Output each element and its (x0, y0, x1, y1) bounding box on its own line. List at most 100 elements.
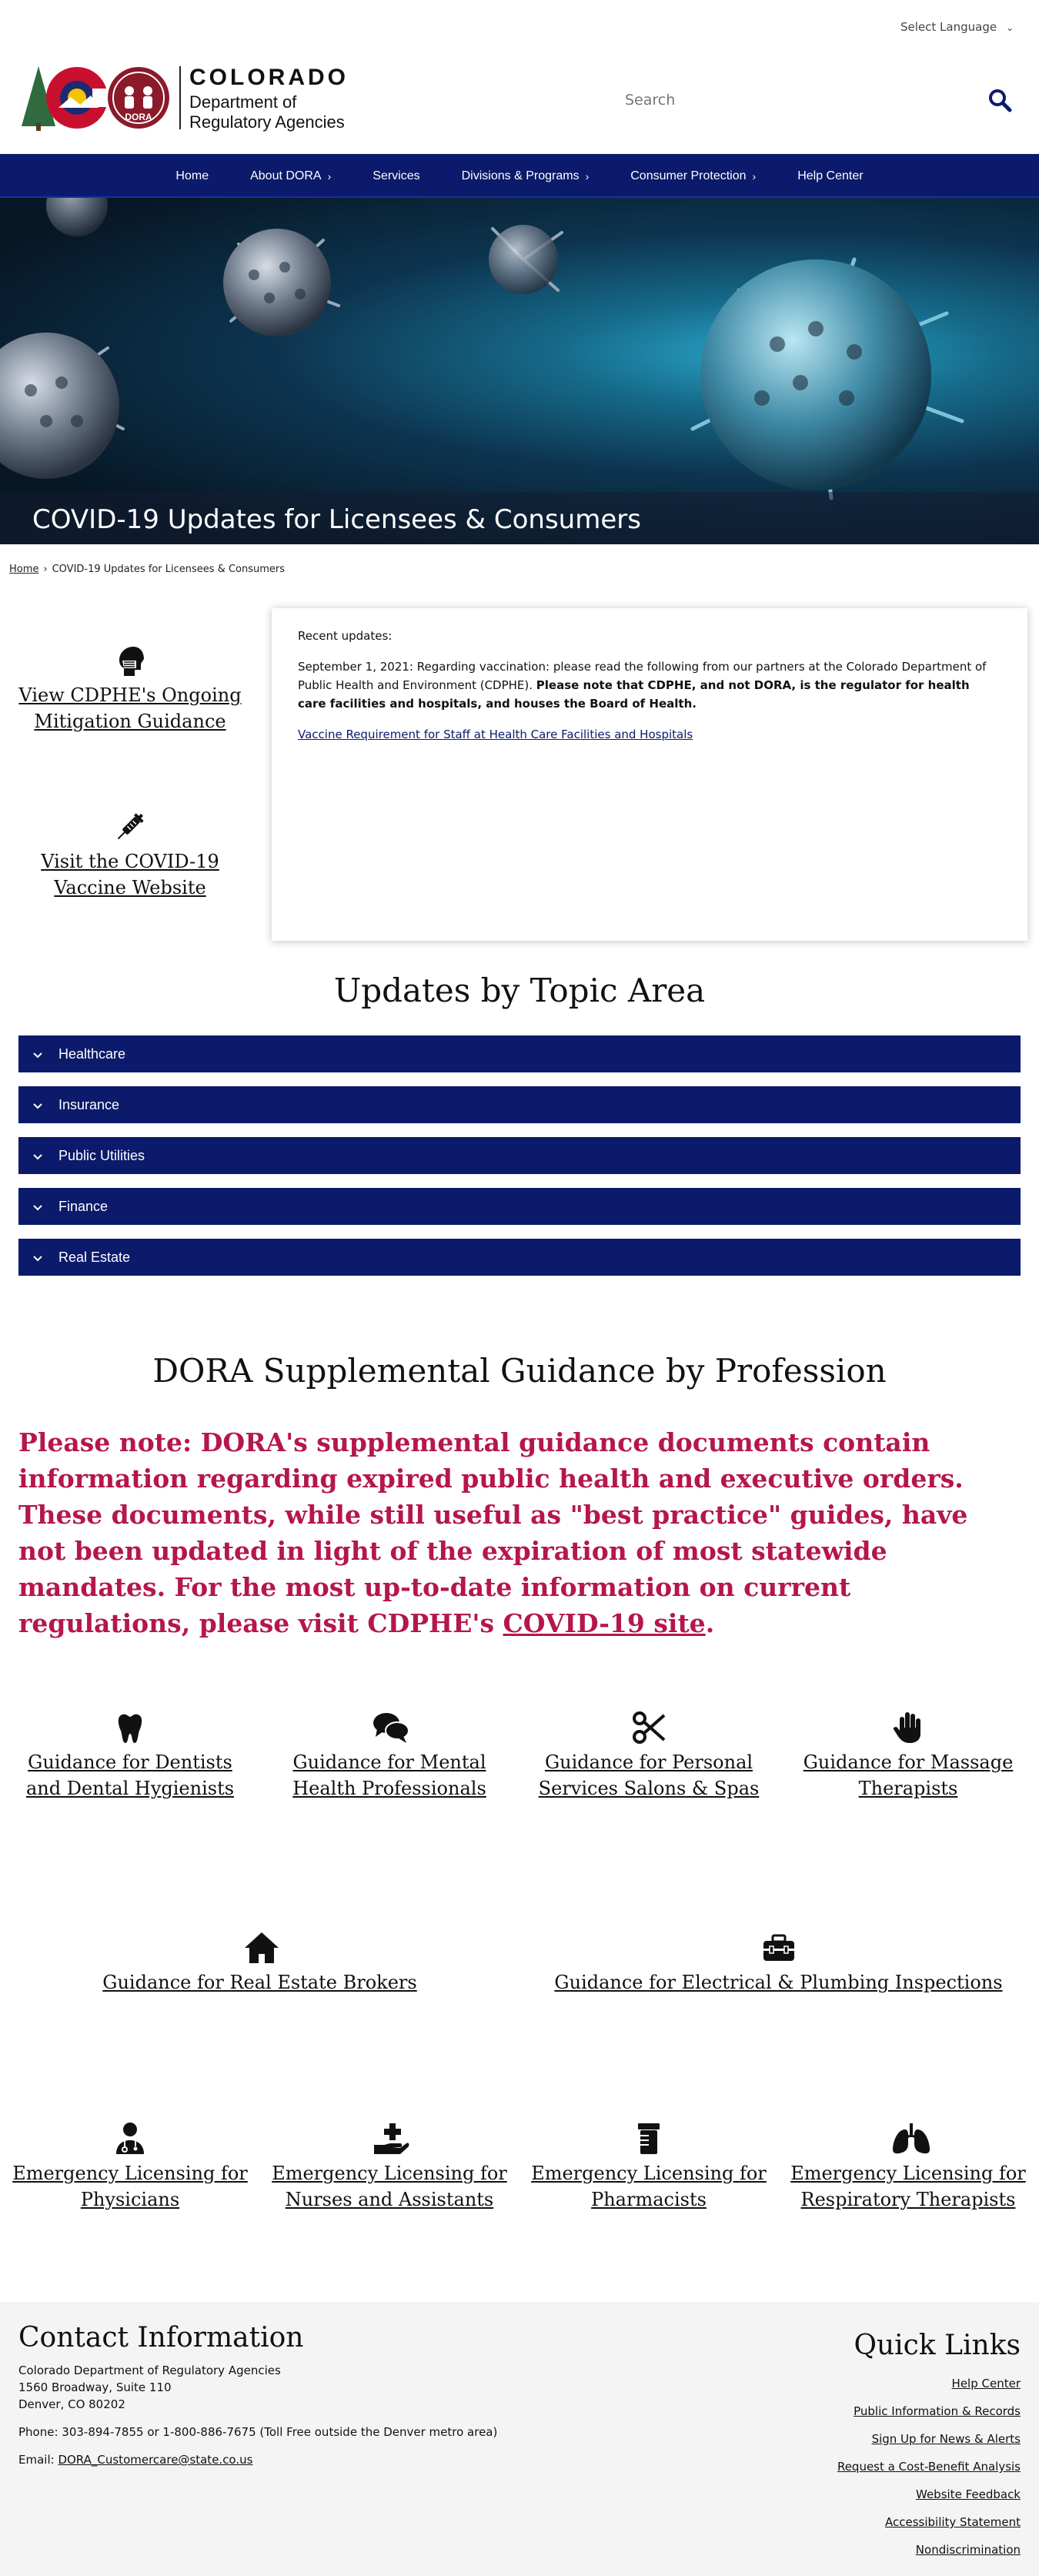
accordion-finance[interactable]: Finance (18, 1188, 1021, 1225)
tile-label: Guidance for Personal Services Salons & … (538, 1751, 760, 1799)
scissors-icon (632, 1711, 666, 1745)
quick-links: Quick Links Help Center Public Informati… (636, 2330, 1021, 2571)
vaccine-website-link[interactable]: Visit the COVID-19 Vaccine Website (18, 810, 242, 901)
tooth-icon (113, 1711, 147, 1745)
topics-heading: Updates by Topic Area (333, 972, 706, 1009)
accordion-label: Real Estate (58, 1249, 131, 1265)
contact-phone: Phone: 303-894-7855 or 1-800-886-7675 (T… (18, 2425, 498, 2439)
accordion-label: Insurance (58, 1096, 120, 1112)
tile-salons-spas[interactable]: Guidance for Personal Services Salons & … (528, 1711, 770, 1802)
chevron-right-icon: › (752, 169, 757, 182)
accordion-label: Public Utilities (58, 1147, 145, 1163)
quick-link-cost-benefit[interactable]: Request a Cost-Benefit Analysis (837, 2460, 1021, 2474)
recent-updates-body: September 1, 2021: Regarding vaccination… (298, 660, 987, 711)
hand-icon (891, 1711, 925, 1745)
tile-physicians[interactable]: Emergency Licensing for Physicians (9, 2122, 251, 2213)
main-nav: Home About DORA › Services Divisions & Pr… (0, 154, 1039, 198)
prescription-bottle-icon (632, 2122, 666, 2156)
quick-links-heading: Quick Links (854, 2330, 1021, 2361)
contact-heading: Contact Information (18, 2322, 304, 2354)
nav-item-about-dora[interactable]: About DORA › (250, 169, 331, 183)
contact-information: Contact Information Colorado Department … (18, 2322, 557, 2468)
chevron-down-icon (32, 1201, 43, 1212)
tile-nurses-assistants[interactable]: Emergency Licensing for Nurses and Assis… (269, 2122, 510, 2213)
doctor-icon (113, 2122, 147, 2156)
tile-label: Emergency Licensing for Physicians (12, 2163, 248, 2210)
tile-label: Emergency Licensing for Respiratory Ther… (790, 2163, 1026, 2210)
breadcrumb-current: COVID-19 Updates for Licensees & Consume… (52, 564, 286, 575)
breadcrumb-separator: › (43, 564, 48, 575)
quick-link-feedback[interactable]: Website Feedback (916, 2487, 1021, 2501)
hero-banner: COVID-19 Updates for Licensees & Consume… (0, 198, 1039, 544)
nav-item-help-center[interactable]: Help Center (797, 169, 863, 183)
quick-link-news-alerts[interactable]: Sign Up for News & Alerts (872, 2432, 1021, 2446)
accordion-label: Finance (58, 1198, 109, 1214)
tile-label: Emergency Licensing for Nurses and Assis… (272, 2163, 507, 2210)
cdphe-covid-site-link[interactable]: COVID-19 site (503, 1608, 706, 1638)
tile-label: Guidance for Massage Therapists (803, 1751, 1014, 1799)
nav-item-consumer-protection[interactable]: Consumer Protection › (630, 169, 756, 183)
nav-item-services[interactable]: Services (373, 169, 419, 183)
tile-pharmacists[interactable]: Emergency Licensing for Pharmacists (528, 2122, 770, 2213)
breadcrumb-home-link[interactable]: Home (9, 564, 38, 575)
tile-dentists[interactable]: Guidance for Dentists and Dental Hygieni… (9, 1711, 251, 1802)
mitigation-guidance-link[interactable]: View CDPHE's Ongoing Mitigation Guidance (18, 644, 242, 734)
logo-dept-line2: Regulatory Agencies (189, 112, 345, 132)
accordion-healthcare[interactable]: Healthcare (18, 1035, 1021, 1072)
vaccine-requirement-link[interactable]: Vaccine Requirement for Staff at Health … (298, 728, 693, 741)
chevron-down-icon: ⌄ (1006, 22, 1014, 33)
nav-item-divisions[interactable]: Divisions & Programs › (462, 169, 590, 183)
quick-link-accessibility[interactable]: Accessibility Statement (885, 2515, 1021, 2529)
quick-link-help-center[interactable]: Help Center (952, 2377, 1021, 2390)
chevron-down-icon (32, 1252, 43, 1263)
language-selector[interactable]: Select Language ⌄ (900, 20, 1014, 34)
contact-address-2: Denver, CO 80202 (18, 2397, 125, 2411)
toolbox-icon (762, 1931, 796, 1965)
tile-respiratory-therapists[interactable]: Emergency Licensing for Respiratory Ther… (787, 2122, 1029, 2213)
contact-email-link[interactable]: DORA_Customercare@state.co.us (58, 2453, 252, 2467)
recent-updates-heading: Recent updates: (298, 629, 393, 643)
tile-massage-therapists[interactable]: Guidance for Massage Therapists (787, 1711, 1029, 1802)
tile-label: Guidance for Dentists and Dental Hygieni… (25, 1751, 235, 1799)
chevron-down-icon (32, 1150, 43, 1161)
vaccine-website-label: Visit the COVID-19 Vaccine Website (41, 851, 219, 898)
tile-real-estate-brokers[interactable]: Guidance for Real Estate Brokers (9, 1931, 510, 1996)
quick-link-nondiscrimination[interactable]: Nondiscrimination (916, 2543, 1021, 2557)
tile-electrical-plumbing[interactable]: Guidance for Electrical & Plumbing Inspe… (528, 1931, 1029, 1996)
logo-dept-line1: Department of (189, 92, 297, 112)
accordion-insurance[interactable]: Insurance (18, 1086, 1021, 1123)
colorado-dora-logo-icon: DORA COLORADO Department of Regulatory A… (22, 65, 349, 132)
logo-state-text: COLORADO (189, 65, 349, 90)
site-logo[interactable]: DORA COLORADO Department of Regulatory A… (22, 62, 376, 139)
chevron-down-icon (32, 1099, 43, 1110)
contact-email-row: Email: DORA_Customercare@state.co.us (18, 2453, 253, 2467)
logo-badge-text: DORA (125, 112, 152, 122)
tile-mental-health[interactable]: Guidance for Mental Health Professionals (269, 1711, 510, 1802)
lungs-icon (891, 2122, 930, 2156)
accordion-real-estate[interactable]: Real Estate (18, 1239, 1021, 1276)
breadcrumb: Home › COVID-19 Updates for Licensees & Co… (9, 564, 285, 575)
language-label: Select Language (900, 20, 997, 34)
supplemental-notice: Please note: DORA's supplemental guidanc… (18, 1427, 968, 1638)
head-mask-icon (113, 644, 147, 677)
chevron-down-icon (32, 1049, 43, 1059)
tile-label: Guidance for Electrical & Plumbing Inspe… (554, 1972, 1003, 1993)
accordion-public-utilities[interactable]: Public Utilities (18, 1137, 1021, 1174)
chat-bubbles-icon (373, 1711, 409, 1745)
search-icon[interactable] (987, 88, 1012, 115)
contact-address-1: 1560 Broadway, Suite 110 (18, 2380, 172, 2394)
tile-label: Guidance for Real Estate Brokers (102, 1972, 417, 1993)
supplemental-heading: DORA Supplemental Guidance by Profession (152, 1352, 887, 1390)
hero-title: COVID-19 Updates for Licensees & Consume… (32, 504, 641, 535)
quick-link-public-info[interactable]: Public Information & Records (854, 2404, 1021, 2418)
tile-label: Guidance for Mental Health Professionals (292, 1751, 486, 1799)
hand-medical-icon (373, 2122, 409, 2156)
chevron-right-icon: › (585, 169, 590, 182)
search-input[interactable] (612, 83, 966, 117)
nav-item-home[interactable]: Home (175, 169, 209, 183)
search-bar (612, 83, 1012, 120)
site-footer: Contact Information Colorado Department … (0, 2302, 1039, 2576)
mitigation-guidance-label: View CDPHE's Ongoing Mitigation Guidance (18, 684, 242, 732)
accordion-label: Healthcare (58, 1045, 126, 1062)
tile-label: Emergency Licensing for Pharmacists (531, 2163, 767, 2210)
